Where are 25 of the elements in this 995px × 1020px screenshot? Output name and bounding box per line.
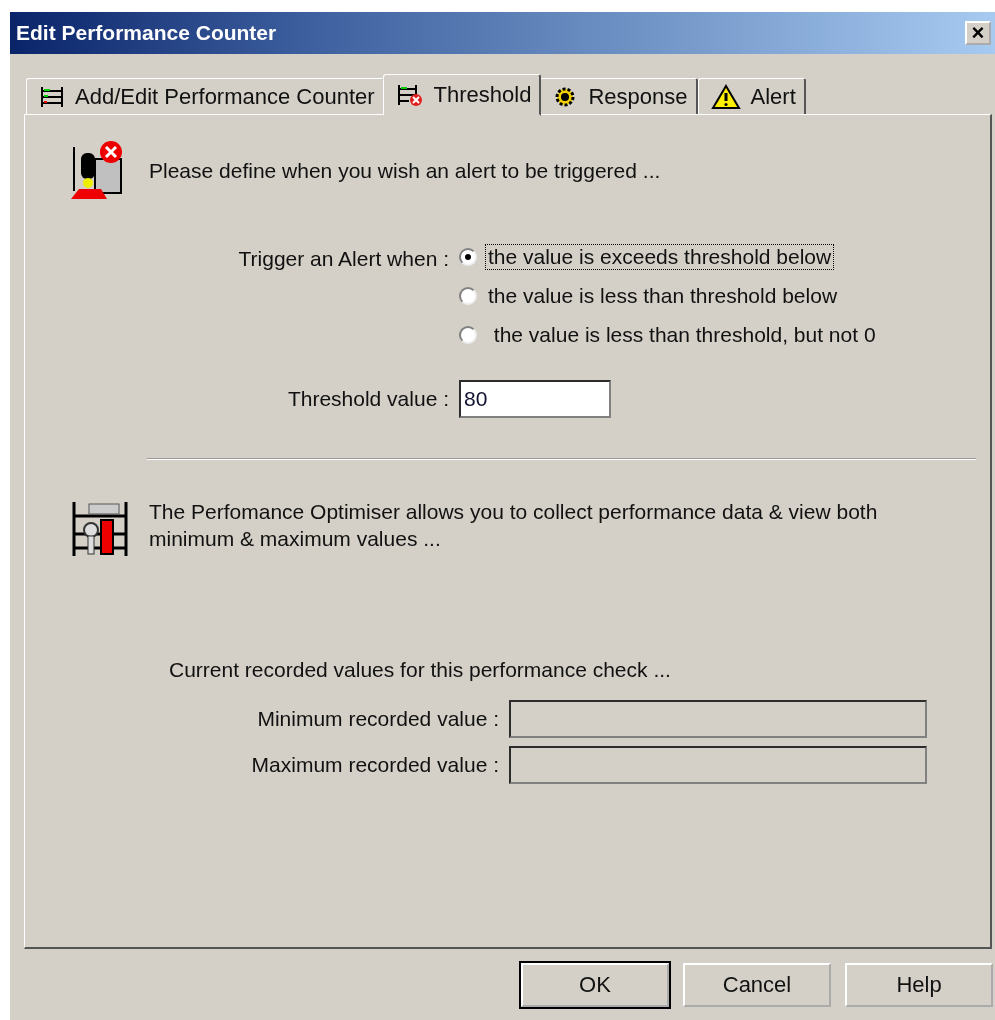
chart-icon — [39, 84, 65, 109]
radio-option[interactable]: the value is less than threshold below — [459, 280, 879, 311]
dialog-button[interactable]: Help — [845, 963, 993, 1007]
radio-option[interactable]: the value is less than threshold, but not 0 — [459, 319, 879, 350]
description-text: The Perfomance Optimiser allows you to collect performance data & view both minimum & maximum values ... — [149, 499, 879, 552]
tab[interactable]: Add/Edit Performance Counter — [26, 78, 385, 114]
radio-button[interactable] — [459, 247, 477, 266]
warning-icon — [710, 83, 741, 110]
recorded-value-label: Minimum recorded value : — [256, 707, 500, 731]
chart-error-icon — [395, 82, 424, 107]
close-button[interactable]: × — [965, 21, 991, 45]
recorded-value-label: Maximum recorded value : — [250, 753, 500, 777]
trigger-label: Trigger an Alert when : — [237, 246, 450, 272]
dialog-button[interactable]: OK — [521, 963, 669, 1007]
radio-button[interactable] — [459, 286, 477, 305]
window-title: Edit Performance Counter — [16, 21, 277, 45]
tab[interactable]: Response — [539, 78, 698, 114]
tab[interactable]: Alert — [697, 78, 806, 114]
radio-button[interactable] — [459, 325, 477, 344]
recorded-values-heading: Current recorded values for this performance check ... — [169, 658, 672, 682]
threshold-field[interactable]: 80 — [459, 380, 611, 418]
dialog-button[interactable]: Cancel — [683, 963, 831, 1007]
tab[interactable]: Threshold — [382, 74, 542, 116]
instruction-text: Please define when you wish an alert to be triggered ... — [149, 157, 661, 184]
threshold-label: Threshold value : — [286, 387, 450, 411]
